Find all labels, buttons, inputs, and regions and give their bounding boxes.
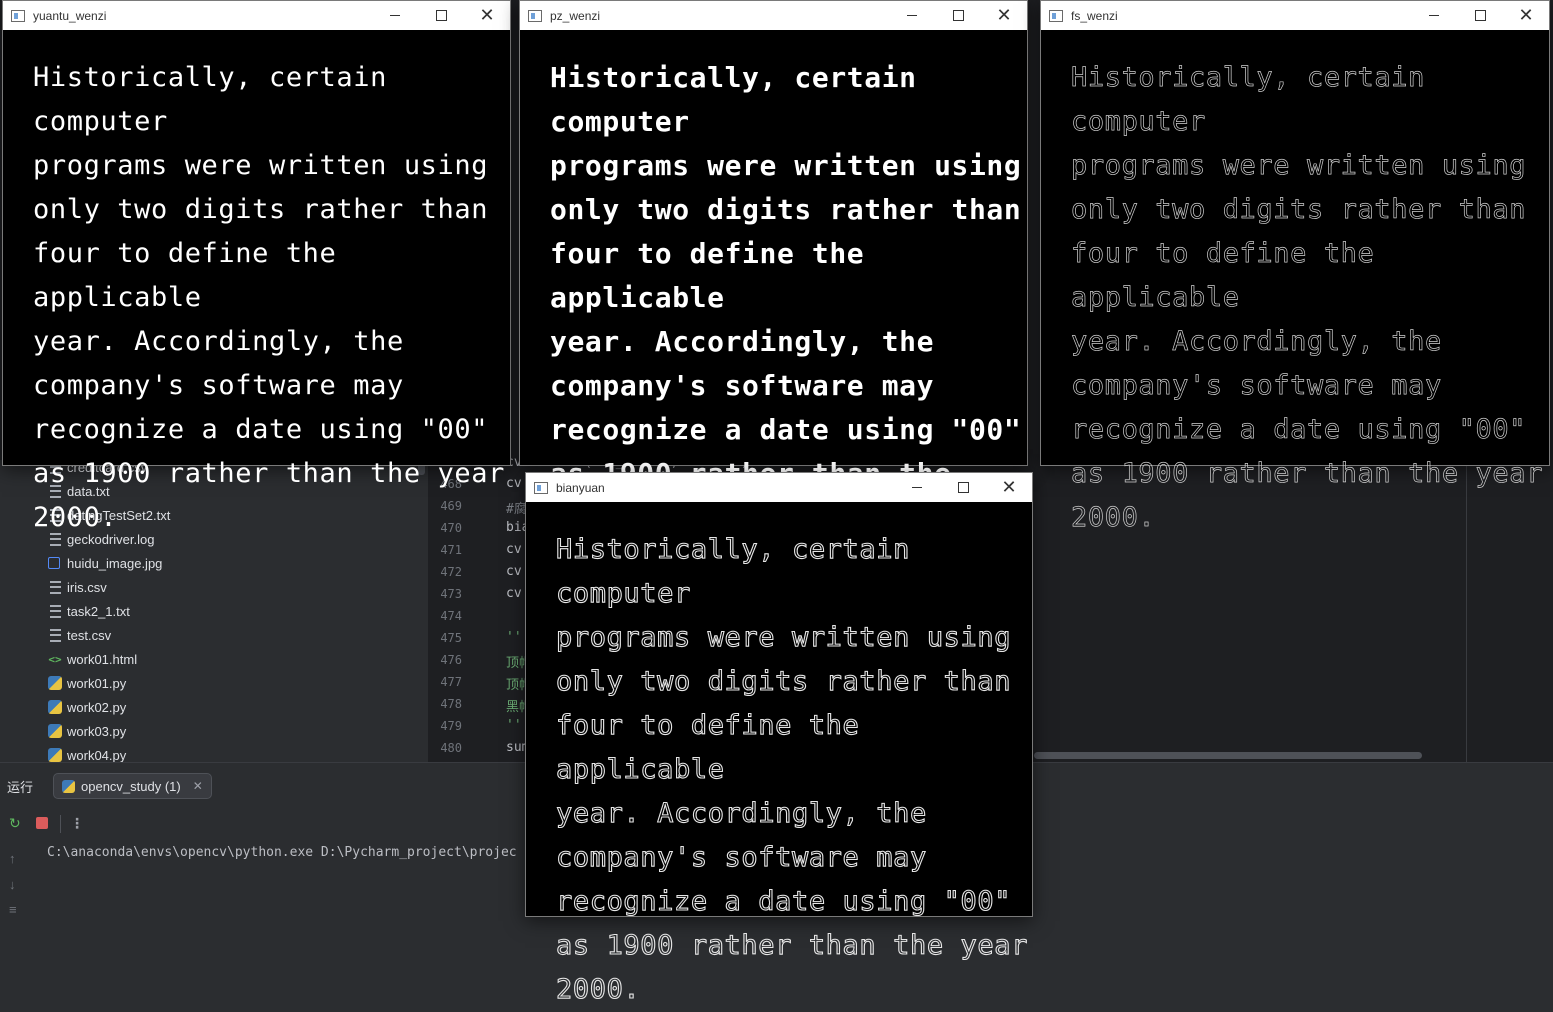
tree-item-label: work01.html: [67, 651, 138, 667]
maximize-icon[interactable]: [1457, 1, 1503, 30]
close-icon[interactable]: ✕: [464, 1, 510, 30]
image-canvas: Historically, certain computer programs …: [3, 30, 510, 533]
line-number: 477: [440, 675, 462, 689]
line-number: 476: [440, 653, 462, 667]
window-icon: [534, 481, 548, 494]
html-file-icon: <>: [48, 652, 62, 666]
tree-item-label: task2_1.txt: [67, 603, 130, 619]
editor-horizontal-scrollbar[interactable]: [1034, 752, 1422, 759]
title-bar[interactable]: bianyuan ✕: [526, 473, 1032, 502]
more-options-icon[interactable]: ⋮: [70, 815, 84, 832]
tree-item[interactable]: work01.py: [48, 671, 126, 695]
close-icon[interactable]: ✕: [1503, 1, 1549, 30]
close-icon[interactable]: ✕: [193, 779, 203, 793]
stop-icon[interactable]: [36, 817, 48, 829]
soft-wrap-icon[interactable]: ≡: [9, 902, 17, 917]
window-fs-wenzi[interactable]: fs_wenzi ✕ Historically, certain compute…: [1040, 0, 1550, 533]
line-number: 473: [440, 587, 462, 601]
line-number: 479: [440, 719, 462, 733]
run-tab-label: opencv_study (1): [81, 778, 181, 794]
python-icon: [62, 779, 75, 793]
line-number: 471: [440, 543, 462, 557]
text-file-icon: [48, 604, 62, 618]
line-number: 475: [440, 631, 462, 645]
code-line[interactable]: cv: [506, 564, 522, 579]
minimize-icon[interactable]: [372, 1, 418, 30]
maximize-icon[interactable]: [940, 473, 986, 502]
window-title: fs_wenzi: [1071, 8, 1118, 23]
python-file-icon: [48, 724, 62, 738]
window-title: yuantu_wenzi: [33, 8, 107, 23]
minimize-icon[interactable]: [1411, 1, 1457, 30]
text-file-icon: [48, 580, 62, 594]
tree-item[interactable]: work03.py: [48, 719, 126, 743]
close-icon[interactable]: ✕: [986, 473, 1032, 502]
title-bar[interactable]: yuantu_wenzi ✕: [3, 1, 510, 30]
minimize-icon[interactable]: [889, 1, 935, 30]
tree-item-label: work02.py: [67, 699, 127, 715]
line-number: 478: [440, 697, 462, 711]
code-line[interactable]: cv: [506, 542, 522, 557]
code-line[interactable]: cv: [506, 586, 522, 601]
toolbar-divider: [60, 815, 61, 833]
run-tab[interactable]: opencv_study (1) ✕: [53, 773, 212, 799]
arrow-down-icon[interactable]: ↓: [9, 877, 16, 892]
line-number: 480: [440, 741, 462, 755]
close-icon[interactable]: ✕: [981, 1, 1027, 30]
window-icon: [1049, 9, 1063, 22]
image-canvas: Historically, certain computer programs …: [520, 30, 1027, 578]
image-text: Historically, certain computer programs …: [1071, 62, 1543, 534]
minimize-icon[interactable]: [894, 473, 940, 502]
maximize-icon[interactable]: [418, 1, 464, 30]
tree-item[interactable]: <> work01.html: [48, 647, 137, 671]
title-bar[interactable]: pz_wenzi ✕: [520, 1, 1027, 30]
console-output: C:\anaconda\envs\opencv\python.exe D:\Py…: [47, 845, 517, 860]
window-title: bianyuan: [556, 480, 605, 495]
tree-item-label: huidu_image.jpg: [67, 555, 163, 571]
tree-item[interactable]: huidu_image.jpg: [48, 551, 162, 575]
rerun-icon[interactable]: ↻: [9, 815, 21, 832]
image-file-icon: [48, 557, 60, 569]
tree-item-label: work01.py: [67, 675, 127, 691]
run-panel-label: 运行: [7, 780, 34, 795]
line-number: 472: [440, 565, 462, 579]
tree-item-label: test.csv: [67, 627, 112, 643]
tree-item[interactable]: task2_1.txt: [48, 599, 130, 623]
tree-item[interactable]: iris.csv: [48, 575, 107, 599]
code-line[interactable]: '': [506, 630, 522, 645]
window-pz-wenzi[interactable]: pz_wenzi ✕ Historically, certain compute…: [519, 0, 1028, 578]
tree-item-label: iris.csv: [67, 579, 107, 595]
window-bianyuan[interactable]: bianyuan ✕ Historically, certain compute…: [525, 472, 1033, 1006]
image-canvas: Historically, certain computer programs …: [1041, 30, 1549, 533]
image-canvas: Historically, certain computer programs …: [526, 502, 1032, 1006]
python-file-icon: [48, 748, 62, 762]
arrow-up-icon[interactable]: ↑: [9, 851, 16, 866]
tree-item-label: work03.py: [67, 723, 127, 739]
code-line[interactable]: '': [506, 718, 522, 733]
image-text: Historically, certain computer programs …: [33, 62, 505, 533]
line-number: 474: [440, 609, 462, 623]
image-text: Historically, certain computer programs …: [555, 533, 1028, 1005]
window-title: pz_wenzi: [550, 8, 601, 23]
tree-item[interactable]: test.csv: [48, 623, 111, 647]
window-icon: [11, 9, 25, 22]
window-yuantu-wenzi[interactable]: yuantu_wenzi ✕ Historically, certain com…: [2, 0, 511, 533]
tree-item[interactable]: work02.py: [48, 695, 126, 719]
title-bar[interactable]: fs_wenzi ✕: [1041, 1, 1549, 30]
python-file-icon: [48, 700, 62, 714]
python-file-icon: [48, 676, 62, 690]
text-file-icon: [48, 628, 62, 642]
window-icon: [528, 9, 542, 22]
tree-item-label: work04.py: [67, 747, 127, 763]
maximize-icon[interactable]: [935, 1, 981, 30]
